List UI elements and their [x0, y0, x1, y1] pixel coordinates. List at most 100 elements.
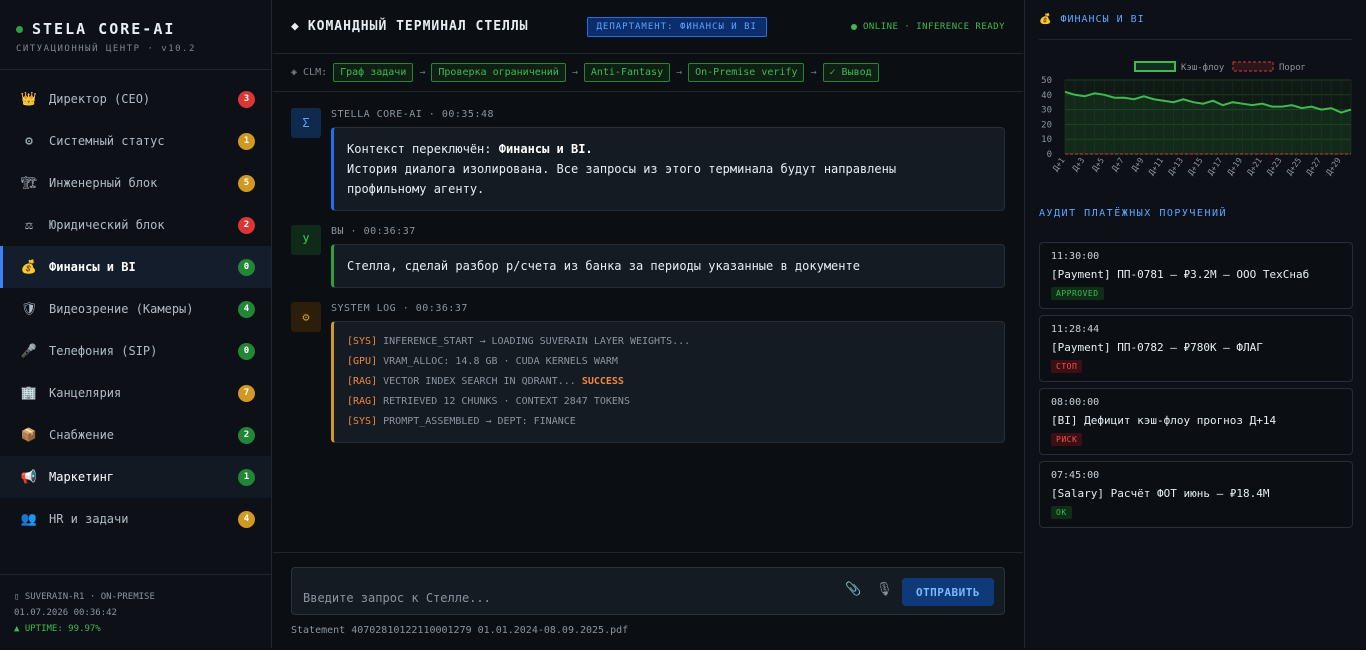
sidebar: STELA CORE-AI СИТУАЦИОННЫЙ ЦЕНТР · v10.2…: [0, 0, 272, 648]
message-meta: STELLA CORE-AI · 00:35:48: [331, 109, 495, 120]
clm-step[interactable]: Граф задачи: [333, 63, 414, 82]
sidebar-item[interactable]: 💰 Финансы и BI 0: [0, 246, 271, 288]
message-meta: ВЫ · 00:36:37: [331, 226, 416, 237]
megaphone-icon: 📢: [20, 469, 38, 485]
sidebar-item[interactable]: ⚙ Системный статус 1: [0, 120, 271, 162]
sidebar-footer: ▯ SUVERAIN-R1 · ON-PREMISE 01.07.2026 00…: [0, 574, 271, 648]
status-badge: РИСК: [1051, 433, 1083, 446]
terminal-panel: ◆ КОМАНДНЫЙ ТЕРМИНАЛ СТЕЛЛЫ ДЕПАРТАМЕНТ: …: [273, 0, 1023, 648]
sidebar-item-label: Директор (CEO): [49, 92, 151, 106]
audit-time: 07:45:00: [1051, 470, 1100, 481]
package-icon: 📦: [20, 427, 38, 443]
log-tag: [RAG]: [347, 396, 378, 407]
chart-xtick-label: Д+5: [1090, 156, 1106, 173]
audit-card[interactable]: 11:30:00 [Payment] ПП-0781 — ₽3.2М — ООО …: [1039, 242, 1353, 309]
paperclip-icon[interactable]: 📎: [845, 582, 861, 597]
sidebar-item-label: Маркетинг: [49, 470, 115, 484]
server-info: ▯ SUVERAIN-R1 · ON-PREMISE: [14, 592, 155, 602]
sidebar-item[interactable]: 🛡 Видеозрение (Камеры) 4: [0, 288, 271, 330]
sidebar-item-label: Финансы и BI: [49, 260, 136, 274]
audit-card[interactable]: 07:45:00 [Salary] Расчёт ФОТ июнь — ₽18.4…: [1039, 461, 1353, 528]
query-input[interactable]: [292, 568, 832, 614]
sidebar-item[interactable]: 🏗 Инженерный блок 5: [0, 162, 271, 204]
sidebar-item-label: Канцелярия: [49, 386, 122, 400]
audit-time: 11:28:44: [1051, 324, 1100, 335]
chart-ytick-label: 40: [1041, 91, 1052, 101]
app-subtitle: СИТУАЦИОННЫЙ ЦЕНТР · v10.2: [16, 44, 196, 54]
log-success: SUCCESS: [581, 376, 624, 387]
terminal-title: ◆ КОМАНДНЫЙ ТЕРМИНАЛ СТЕЛЛЫ: [291, 19, 529, 34]
chart-xtick-label: Д+17: [1206, 156, 1225, 177]
sidebar-item[interactable]: ⚖ Юридический блок 2: [0, 204, 271, 246]
message-bubble: Контекст переключён: Финансы и BI. Истор…: [331, 127, 1005, 211]
chart-xtick-label: Д+9: [1130, 156, 1146, 173]
audit-card[interactable]: 11:28:44 [Payment] ПП-0782 — ₽780К — ФЛАГ…: [1039, 315, 1353, 382]
sidebar-item[interactable]: 👑 Директор (CEO) 3: [0, 78, 271, 120]
sidebar-item[interactable]: 📦 Снабжение 2: [0, 414, 271, 456]
audit-time: 11:30:00: [1051, 251, 1100, 262]
log-text: INFERENCE_START → LOADING SUVERAIN LAYER…: [377, 336, 691, 347]
log-line: [GPU] VRAM_ALLOC: 14.8 GB · CUDA KERNELS…: [347, 352, 991, 372]
gear-icon: ⚙: [25, 133, 33, 149]
chart-xtick-label: Д+21: [1245, 156, 1264, 177]
sidebar-item-label: Юридический блок: [49, 218, 165, 232]
finance-header: 💰 ФИНАНСЫ И BI: [1039, 0, 1352, 40]
datetime: 01.07.2026 00:36:42: [14, 608, 117, 618]
message-text: Стелла, сделай разбор р/счета из банка з…: [347, 259, 860, 273]
log-tag: [RAG]: [347, 376, 378, 387]
clm-label: ◈ CLM:: [291, 67, 328, 78]
sidebar-item[interactable]: 👥 HR и задачи 4: [0, 498, 271, 540]
log-text: VRAM_ALLOC: 14.8 GB · CUDA KERNELS WARM: [377, 356, 618, 367]
scales-icon: ⚖: [25, 217, 33, 233]
audit-card[interactable]: 08:00:00 [BI] Дефицит кэш-флоу прогноз Д+…: [1039, 388, 1353, 455]
chart-ytick-label: 50: [1041, 76, 1052, 86]
status-dot-icon: [16, 25, 23, 33]
terminal-header: ◆ КОМАНДНЫЙ ТЕРМИНАЛ СТЕЛЛЫ ДЕПАРТАМЕНТ: …: [273, 0, 1023, 54]
arrow-right-icon: →: [810, 67, 817, 78]
status-badge: OK: [1051, 506, 1072, 519]
count-badge: 3: [238, 90, 255, 108]
log-text: PROMPT_ASSEMBLED → DEPT: FINANCE: [377, 416, 576, 427]
composer-area: 📎 🎙 ОТПРАВИТЬ Statement 4070281012211000…: [273, 552, 1023, 648]
clm-step[interactable]: Проверка ограничений: [431, 63, 566, 82]
count-badge: 0: [238, 258, 255, 276]
sidebar-item-label: Видеозрение (Камеры): [49, 302, 194, 316]
microphone-icon: 🎤: [20, 343, 38, 359]
chart-ytick-label: 0: [1047, 150, 1052, 160]
clm-pipeline: ◈ CLM: Граф задачи → Проверка ограничений →…: [273, 54, 1023, 92]
count-badge: 1: [238, 132, 255, 150]
count-badge: 5: [238, 174, 255, 192]
chart-ytick-label: 10: [1041, 135, 1052, 145]
crown-icon: 👑: [20, 91, 38, 107]
clm-step[interactable]: On-Premise verify: [688, 63, 805, 82]
arrow-right-icon: →: [571, 67, 578, 78]
count-badge: 1: [238, 468, 255, 486]
sidebar-item[interactable]: 🏢 Канцелярия 7: [0, 372, 271, 414]
sidebar-item-label: Телефония (SIP): [49, 344, 158, 358]
chart-xtick-label: Д+11: [1147, 156, 1166, 177]
clm-step[interactable]: ✓ Вывод: [822, 63, 879, 82]
microphone-icon[interactable]: 🎙: [876, 582, 893, 597]
log-tag: [SYS]: [347, 416, 378, 427]
attachment-filename[interactable]: Statement 40702810122110001279 01.01.202…: [291, 625, 628, 636]
chart-xtick-label: Д+13: [1167, 156, 1186, 177]
status-text: ONLINE · INFERENCE READY: [862, 21, 1005, 32]
log-text: RETRIEVED 12 CHUNKS · CONTEXT 2847 TOKEN…: [377, 396, 630, 407]
people-icon: 👥: [20, 511, 38, 527]
sidebar-item[interactable]: 🎤 Телефония (SIP) 0: [0, 330, 271, 372]
chart-xtick-label: Д+7: [1110, 156, 1126, 173]
count-badge: 2: [238, 426, 255, 444]
log-text: VECTOR INDEX SEARCH IN QDRANT...: [377, 376, 582, 387]
money-bag-icon: 💰: [1039, 14, 1053, 25]
message-list: Σ STELLA CORE-AI · 00:35:48 Контекст пер…: [291, 108, 1005, 457]
department-chip[interactable]: ДЕПАРТАМЕНТ: ФИНАНСЫ И BI: [586, 16, 767, 37]
chart-legend-swatch: [1134, 61, 1176, 72]
message-bubble: Стелла, сделай разбор р/счета из банка з…: [331, 244, 1005, 288]
send-button[interactable]: ОТПРАВИТЬ: [902, 578, 994, 606]
brand: STELA CORE-AI СИТУАЦИОННЫЙ ЦЕНТР · v10.2: [0, 0, 271, 70]
status-badge: APPROVED: [1051, 287, 1104, 300]
sidebar-item[interactable]: 📢 Маркетинг 1: [0, 456, 271, 498]
clm-step[interactable]: Anti-Fantasy: [583, 63, 671, 82]
diamond-icon: ◆: [291, 19, 300, 34]
audit-list: 11:30:00 [Payment] ПП-0781 — ₽3.2М — ООО …: [1039, 242, 1353, 534]
